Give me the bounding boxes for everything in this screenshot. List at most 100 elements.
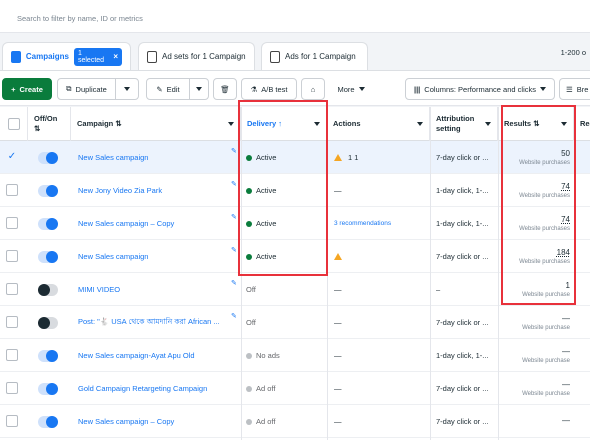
status-dot-icon — [246, 418, 252, 425]
delivery-status: Active — [246, 207, 326, 240]
delivery-status: Active — [246, 141, 326, 174]
delivery-label: Active — [256, 186, 277, 195]
actions-cell: — — [334, 372, 424, 405]
level-tabs: Campaigns 1 selected × Ad sets for 1 Cam… — [0, 40, 590, 70]
campaign-name-link[interactable]: MIMI VIDEO — [78, 273, 238, 306]
campaign-name-link[interactable]: Gold Campaign Retargeting Campaign — [78, 372, 238, 405]
results-cell: — Website purchase — [502, 306, 570, 339]
attribution-value: 7-day click or ... — [436, 417, 489, 426]
campaign-name-link[interactable]: New Sales campaign – Copy — [78, 207, 238, 240]
campaign-name-link[interactable]: New Sales campaign – Copy — [78, 405, 238, 438]
header-campaign-label: Campaign — [77, 119, 114, 128]
chevron-down-icon — [228, 122, 234, 126]
header-actions[interactable]: Actions — [327, 107, 430, 141]
campaign-name-link[interactable]: Post: "🐇 USA থেকে আমদানি করা African ... — [78, 306, 238, 339]
search-bar[interactable]: Search to filter by name, ID or metrics — [0, 0, 590, 33]
recommendations-link[interactable]: 3 recommendations — [334, 220, 391, 227]
delivery-label: Off — [246, 285, 256, 294]
column-divider — [430, 107, 431, 440]
pin-icon[interactable]: ✎ — [231, 213, 237, 221]
delivery-status: Ad off — [246, 372, 326, 405]
attribution-value: 7-day click or ... — [436, 153, 489, 162]
table-row[interactable]: Post: "🐇 USA থেকে আমদানি করা African ...… — [0, 306, 590, 339]
row-checkbox[interactable] — [6, 283, 18, 295]
header-reach[interactable]: Rea — [574, 107, 590, 141]
table-row[interactable]: New Sales campaign – Copy Ad off — 7-day cl… — [0, 405, 590, 438]
tab-ads[interactable]: Ads for 1 Campaign — [261, 42, 368, 70]
results-value: 184 — [556, 248, 570, 257]
results-cell: 1 Website purchase — [502, 273, 570, 306]
table-row[interactable]: MIMI VIDEO ✎ Off — – 1 Website purchase — [0, 273, 590, 306]
on-off-toggle[interactable] — [38, 251, 58, 263]
selected-badge[interactable]: 1 selected × — [73, 47, 122, 66]
on-off-toggle[interactable] — [38, 284, 58, 296]
delete-button[interactable]: 🗑 — [213, 78, 237, 100]
campaign-name-link[interactable]: New Sales campaign-Ayat Apu Old — [78, 339, 238, 372]
results-type: Website purchases — [519, 259, 570, 265]
on-off-toggle[interactable] — [38, 317, 58, 329]
campaign-name-link[interactable]: New Sales campaign — [78, 141, 238, 174]
actions-cell: — — [334, 339, 424, 372]
edit-button[interactable]: ✎ Edit — [146, 78, 190, 100]
actions-cell: — — [334, 273, 424, 306]
table-row[interactable]: New Sales campaign – Copy ✎ Active 3 recomm… — [0, 207, 590, 240]
close-icon[interactable]: × — [113, 52, 118, 61]
header-delivery-label: Delivery — [247, 119, 277, 128]
row-checkbox[interactable] — [6, 349, 18, 361]
row-checkbox[interactable] — [6, 184, 18, 196]
toggle-knob — [46, 416, 58, 428]
table-row[interactable]: ✓ New Sales campaign ✎ Active 1 1 7-day click… — [0, 141, 590, 174]
on-off-toggle[interactable] — [38, 152, 58, 164]
tab-ads-label: Ads for 1 Campaign — [285, 52, 356, 61]
toggle-knob — [46, 218, 58, 230]
on-off-toggle[interactable] — [38, 416, 58, 428]
on-off-toggle[interactable] — [38, 350, 58, 362]
header-select-all[interactable] — [0, 107, 28, 141]
columns-button[interactable]: ||| Columns: Performance and clicks — [405, 78, 555, 100]
on-off-toggle[interactable] — [38, 218, 58, 230]
more-button[interactable]: More — [330, 78, 372, 100]
header-onoff[interactable]: Off/On ⇅ — [28, 107, 71, 141]
table-row[interactable]: New Jony Video Zia Park ✎ Active — 1-day cli… — [0, 174, 590, 207]
sort-icon: ⇅ — [34, 124, 41, 133]
campaign-name-link[interactable]: New Sales campaign — [78, 240, 238, 273]
breakdown-button[interactable]: ☰ Bre — [559, 78, 590, 100]
header-campaign[interactable]: Campaign ⇅ — [71, 107, 241, 141]
header-results[interactable]: Results ⇅ — [498, 107, 574, 141]
campaign-name-link[interactable]: New Jony Video Zia Park — [78, 174, 238, 207]
tab-campaigns[interactable]: Campaigns 1 selected × — [2, 42, 131, 70]
row-checkbox[interactable]: ✓ — [6, 151, 18, 163]
status-dot-icon — [246, 352, 252, 359]
pin-icon[interactable]: ✎ — [231, 180, 237, 188]
row-checkbox[interactable] — [6, 316, 18, 328]
edit-dropdown[interactable] — [189, 78, 209, 100]
results-value: 74 — [561, 215, 570, 224]
on-off-toggle[interactable] — [38, 185, 58, 197]
header-delivery[interactable]: Delivery ↑ — [241, 107, 327, 141]
pin-icon[interactable]: ✎ — [231, 279, 237, 287]
select-all-checkbox[interactable] — [8, 118, 20, 130]
row-checkbox[interactable] — [6, 217, 18, 229]
on-off-toggle[interactable] — [38, 383, 58, 395]
row-checkbox[interactable] — [6, 250, 18, 262]
results-type: Website purchase — [522, 358, 570, 364]
tab-adsets[interactable]: Ad sets for 1 Campaign — [138, 42, 255, 70]
duplicate-button[interactable]: ⧉ Duplicate — [57, 78, 116, 100]
header-attribution[interactable]: Attribution setting — [430, 107, 498, 141]
campaigns-table: Off/On ⇅ Campaign ⇅ Delivery ↑ Actions A… — [0, 107, 590, 440]
create-button[interactable]: + Create — [2, 78, 52, 100]
tag-button[interactable]: ⌂ — [301, 78, 325, 100]
results-type: Website purchases — [519, 193, 570, 199]
table-row[interactable]: New Sales campaign-Ayat Apu Old No ads — 1-… — [0, 339, 590, 372]
results-cell: 50 Website purchases — [502, 141, 570, 174]
duplicate-dropdown[interactable] — [115, 78, 139, 100]
ab-test-button[interactable]: ⚗ A/B test — [241, 78, 297, 100]
table-row[interactable]: New Sales campaign ✎ Active 7-day click or … — [0, 240, 590, 273]
row-checkbox[interactable] — [6, 382, 18, 394]
pin-icon[interactable]: ✎ — [231, 312, 237, 320]
pin-icon[interactable]: ✎ — [231, 147, 237, 155]
search-input[interactable]: Search to filter by name, ID or metrics — [17, 14, 143, 23]
row-checkbox[interactable] — [6, 415, 18, 427]
pin-icon[interactable]: ✎ — [231, 246, 237, 254]
table-row[interactable]: Gold Campaign Retargeting Campaign Ad off… — [0, 372, 590, 405]
